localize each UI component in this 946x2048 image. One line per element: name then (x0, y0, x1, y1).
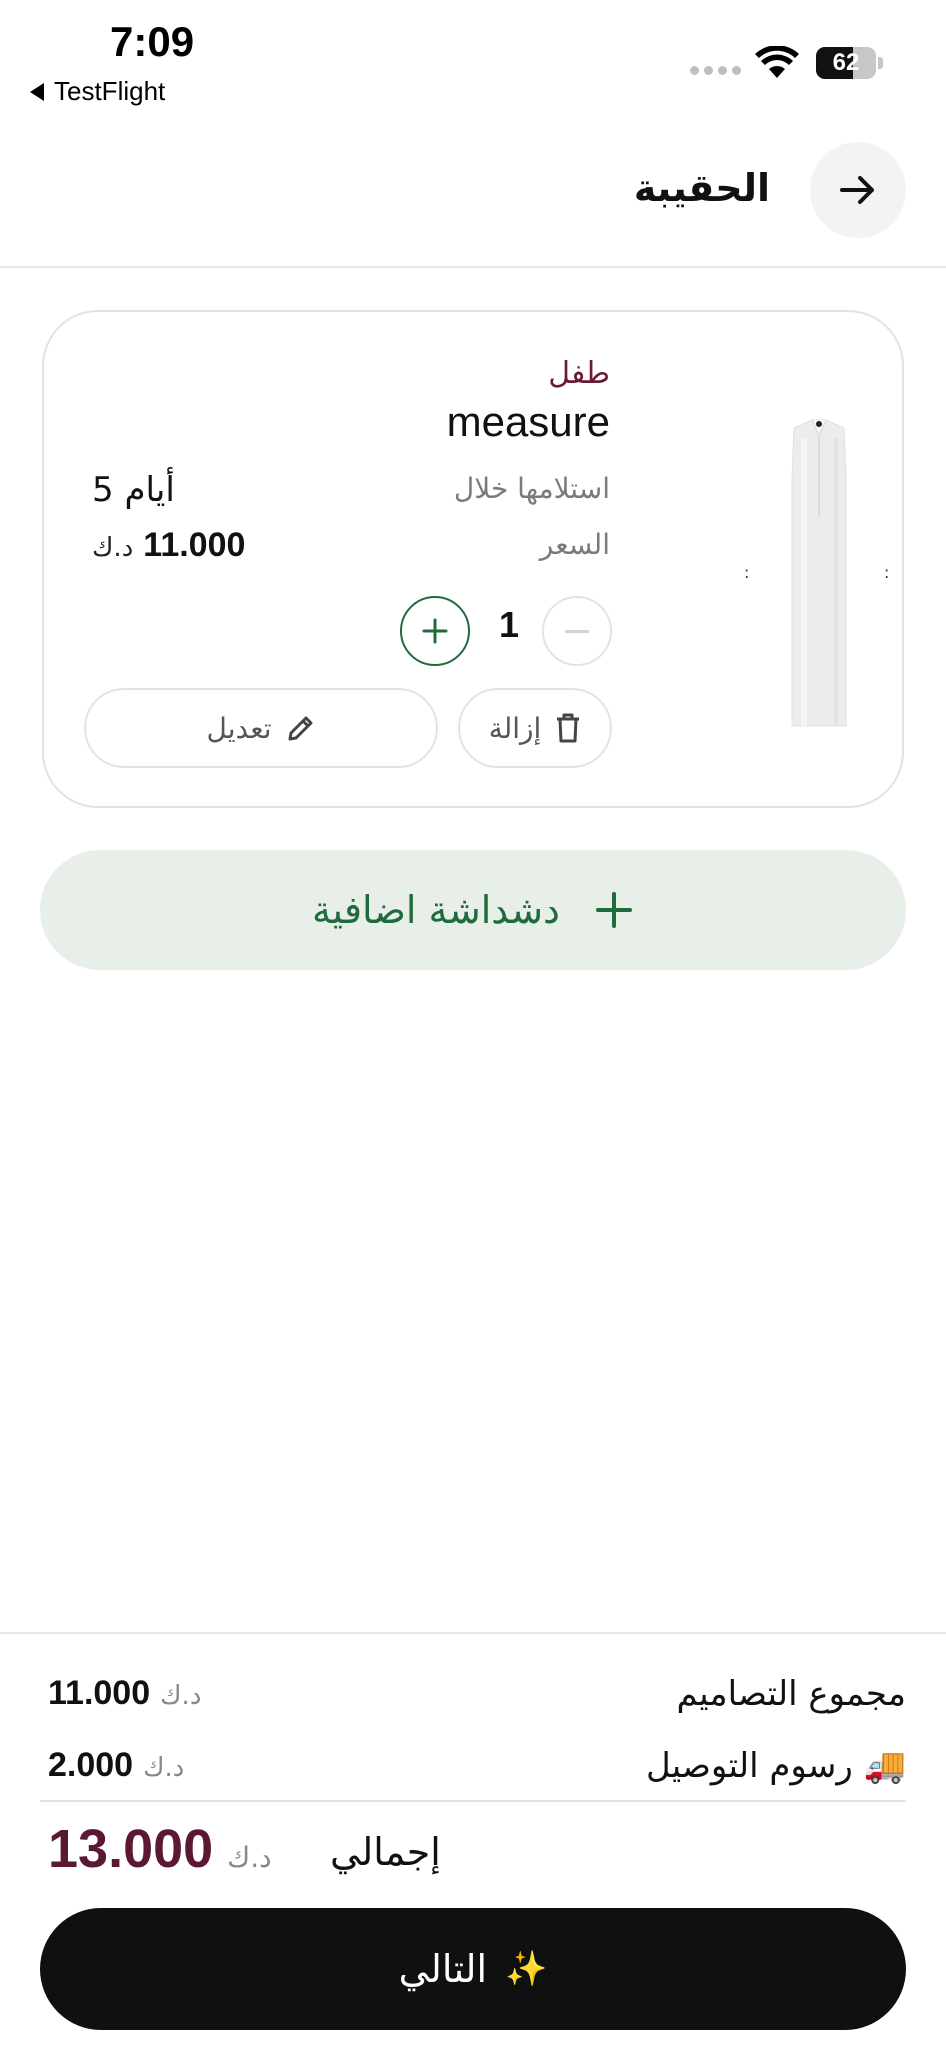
page-title: الحقيبة (633, 166, 770, 210)
battery-icon: 62 (816, 47, 876, 79)
next-button[interactable]: ✨ التالي (40, 1908, 906, 2030)
delivery-fee-value: د.ك 2.000 (48, 1746, 184, 1785)
plus-icon (422, 618, 448, 644)
quantity-value: 1 (498, 604, 520, 645)
back-app-label: TestFlight (54, 76, 166, 106)
delivery-time-label: استلامها خلال (453, 472, 610, 505)
product-name: measure (446, 398, 610, 445)
battery-percent: 62 (832, 49, 860, 76)
designs-total-amount: 11.000 (48, 1674, 151, 1712)
sparkle-icon: ✨ (505, 1949, 548, 1989)
delivery-fee-label: رسوم التوصيل 🚚 (646, 1746, 906, 1786)
page-header: الحقيبة (0, 140, 946, 268)
next-label: التالي (398, 1947, 488, 1991)
minus-icon (565, 629, 589, 633)
quantity-increase-button[interactable] (400, 596, 470, 666)
trash-icon (557, 713, 580, 743)
pencil-icon (288, 716, 312, 741)
battery-tip (878, 57, 883, 69)
price-value: د.ك 11.000 (92, 526, 245, 565)
edit-label: تعديل (206, 711, 272, 745)
cellular-signal-icon (690, 66, 741, 75)
total-label: إجمالي (330, 1830, 441, 1874)
add-extra-item-button[interactable]: دشداشة اضافية (40, 850, 906, 970)
total-value: د.ك 13.000 (48, 1818, 272, 1880)
price-label: السعر (539, 528, 610, 561)
delivery-time-value: 5 أيام (92, 470, 175, 510)
remove-label: إزالة (488, 711, 542, 745)
back-triangle-icon (30, 82, 44, 101)
total-amount: 13.000 (48, 1819, 214, 1879)
designs-total-label: مجموع التصاميم (676, 1674, 906, 1714)
price-currency: د.ك (92, 533, 134, 563)
delivery-fee-amount: 2.000 (48, 1746, 134, 1784)
product-image: : : (744, 419, 889, 727)
add-extra-label: دشداشة اضافية (312, 888, 560, 932)
plus-icon (595, 892, 632, 928)
price-amount: 11.000 (143, 526, 246, 564)
cart-item-card: : : طفل measure استلامها خلال 5 أيام الس… (42, 310, 904, 808)
order-summary: مجموع التصاميم د.ك 11.000 رسوم التوصيل 🚚… (0, 1632, 946, 2048)
total-currency: د.ك (227, 1841, 272, 1874)
edit-button[interactable]: تعديل (84, 688, 438, 768)
arrow-right-icon (840, 176, 874, 204)
svg-text::: : (884, 563, 889, 582)
summary-divider (40, 1800, 906, 1802)
svg-text::: : (744, 563, 749, 582)
wifi-icon (755, 46, 799, 78)
back-button[interactable] (810, 142, 906, 238)
quantity-decrease-button[interactable] (542, 596, 612, 666)
designs-total-value: د.ك 11.000 (48, 1674, 201, 1713)
delivery-fee-currency: د.ك (143, 1753, 185, 1783)
back-to-app-link[interactable]: TestFlight (30, 76, 165, 107)
status-time: 7:09 (110, 18, 195, 65)
designs-total-currency: د.ك (160, 1681, 202, 1711)
product-category: طفل (548, 356, 610, 391)
remove-button[interactable]: إزالة (458, 688, 612, 768)
